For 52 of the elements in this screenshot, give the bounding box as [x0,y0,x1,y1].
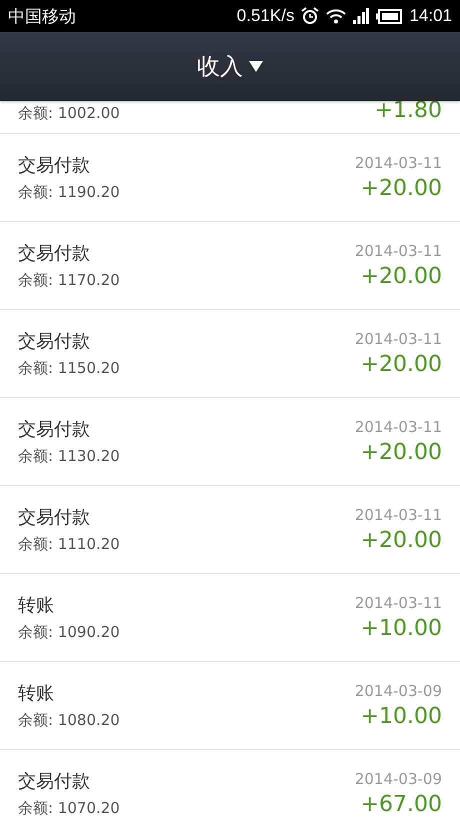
transaction-row[interactable]: 余额: 1002.00 +1.80 [0,101,460,134]
amount-text: +20.00 [360,352,442,377]
clock-time: 14:01 [409,6,452,26]
transaction-date: 2014-03-09 [354,770,442,788]
amount-text: +20.00 [360,528,442,553]
transaction-date: 2014-03-11 [354,154,442,172]
amount-text: +20.00 [360,440,442,465]
transaction-title: 转账 [18,682,55,705]
filter-dropdown[interactable]: 收入 [197,51,263,82]
transaction-date: 2014-03-09 [354,682,442,700]
amount-text: +20.00 [360,176,442,201]
transaction-row[interactable]: 交易付款 余额: 1170.20 2014-03-11 +20.00 [0,222,460,310]
balance-text: 余额: 1070.20 [18,799,120,818]
transaction-title: 交易付款 [18,154,91,177]
transaction-date: 2014-03-11 [354,242,442,260]
balance-text: 余额: 1150.20 [18,359,120,378]
amount-text: +67.00 [360,792,442,817]
balance-text: 余额: 1090.20 [18,623,120,642]
transaction-row[interactable]: 交易付款 余额: 1150.20 2014-03-11 +20.00 [0,310,460,398]
amount-text: +10.00 [360,704,442,729]
network-speed: 0.51K/s [236,6,294,26]
transaction-row[interactable]: 交易付款 余额: 1130.20 2014-03-11 +20.00 [0,398,460,486]
balance-text: 余额: 1170.20 [18,271,120,290]
transaction-title: 交易付款 [18,242,91,265]
transaction-date: 2014-03-11 [354,594,442,612]
carrier-name: 中国移动 [8,6,77,28]
amount-text: +20.00 [360,264,442,289]
amount-text: +10.00 [360,616,442,641]
transaction-date: 2014-03-11 [354,506,442,524]
transaction-row[interactable]: 转账 余额: 1090.20 2014-03-11 +10.00 [0,574,460,662]
balance-text: 余额: 1080.20 [18,711,120,730]
caret-icon [249,61,263,72]
transaction-date: 2014-03-11 [354,418,442,436]
battery-icon [376,8,402,24]
wifi-icon [326,8,346,24]
amount-text: +1.80 [374,101,442,123]
balance-text: 余额: 1190.20 [18,183,120,202]
alarm-clock-icon [301,7,320,25]
transaction-row[interactable]: 交易付款 余额: 1190.20 2014-03-11 +20.00 [0,134,460,222]
transaction-title: 转账 [18,594,55,617]
balance-text: 余额: 1130.20 [18,447,120,466]
balance-text: 余额: 1002.00 [18,104,120,123]
transaction-date: 2014-03-11 [354,330,442,348]
transaction-row[interactable]: 交易付款 余额: 1110.20 2014-03-11 +20.00 [0,486,460,574]
transaction-row[interactable]: 转账 余额: 1080.20 2014-03-09 +10.00 [0,662,460,750]
balance-text: 余额: 1110.20 [18,535,120,554]
signal-icon [353,8,370,24]
transaction-title: 交易付款 [18,418,91,441]
transaction-title: 交易付款 [18,330,91,353]
transaction-title: 交易付款 [18,770,91,793]
transaction-row[interactable]: 交易付款 余额: 1070.20 2014-03-09 +67.00 [0,750,460,818]
transaction-title: 交易付款 [18,506,91,529]
